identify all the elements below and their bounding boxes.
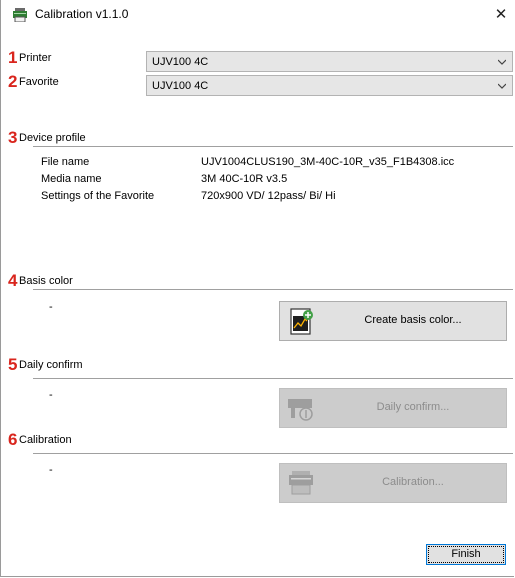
window-title: Calibration v1.1.0 — [35, 7, 129, 21]
create-basis-color-label: Create basis color... — [364, 314, 462, 326]
title-bar[interactable]: Calibration v1.1.0 ✕ — [1, 0, 515, 30]
close-button[interactable]: ✕ — [488, 2, 514, 28]
printer-icon — [289, 471, 313, 495]
basis-color-heading: Basis color — [19, 275, 73, 287]
daily-confirm-label: Daily confirm... — [376, 401, 450, 413]
printer-select-value: UJV100 4C — [152, 56, 209, 68]
daily-confirm-button[interactable]: Daily confirm... — [279, 388, 507, 428]
create-basis-color-icon — [290, 308, 313, 335]
printer-label: Printer — [19, 52, 52, 64]
step-number-3: 3 — [8, 128, 18, 147]
media-name-label: Media name — [41, 173, 102, 185]
file-name-value: UJV1004CLUS190_3M-40C-10R_v35_F1B4308.ic… — [201, 156, 455, 168]
divider — [33, 378, 513, 379]
divider — [33, 453, 513, 454]
step-number-2: 2 — [8, 72, 18, 91]
step-number-6: 6 — [8, 430, 18, 449]
daily-confirm-heading: Daily confirm — [19, 359, 83, 371]
favorite-label: Favorite — [19, 76, 59, 88]
create-basis-color-button[interactable]: Create basis color... — [279, 301, 507, 341]
finish-button[interactable]: Finish — [426, 544, 506, 565]
favorite-settings-label: Settings of the Favorite — [41, 190, 155, 202]
file-name-label: File name — [41, 156, 90, 168]
calibration-status: - — [49, 464, 53, 476]
calibration-button[interactable]: Calibration... — [279, 463, 507, 503]
chevron-down-icon — [498, 59, 506, 65]
calibration-heading: Calibration — [19, 434, 72, 446]
step-number-4: 4 — [8, 271, 18, 290]
calibration-window: Calibration v1.1.0 ✕ 1 Printer UJV100 4C… — [0, 0, 514, 577]
printer-select[interactable]: UJV100 4C — [146, 51, 513, 72]
step-number-1: 1 — [8, 48, 18, 67]
favorite-settings-value: 720x900 VD/ 12pass/ Bi/ Hi — [201, 190, 336, 202]
favorite-select-value: UJV100 4C — [152, 80, 209, 92]
media-name-value: 3M 40C-10R v3.5 — [201, 173, 288, 185]
divider — [33, 289, 513, 290]
favorite-select[interactable]: UJV100 4C — [146, 75, 513, 96]
step-number-5: 5 — [8, 355, 18, 374]
device-profile-heading: Device profile — [19, 132, 86, 144]
app-printer-icon — [13, 8, 27, 22]
divider — [33, 146, 513, 147]
basis-color-status: - — [49, 301, 53, 313]
printer-check-icon — [288, 399, 313, 421]
daily-confirm-status: - — [49, 389, 53, 401]
calibration-label: Calibration... — [382, 476, 444, 488]
chevron-down-icon — [498, 83, 506, 89]
